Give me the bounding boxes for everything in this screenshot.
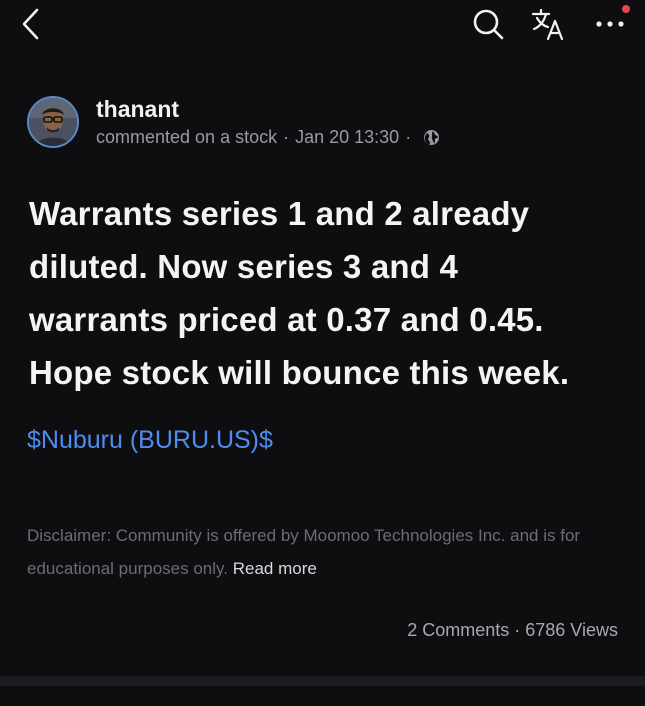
section-divider <box>0 676 645 686</box>
avatar[interactable] <box>27 96 79 148</box>
post-body: Warrants series 1 and 2 already diluted.… <box>29 195 570 391</box>
meta-separator: · <box>405 127 412 147</box>
post-date: Jan 20 13:30 <box>295 127 400 147</box>
translate-button[interactable] <box>530 6 566 42</box>
avatar-image <box>29 98 77 146</box>
username[interactable]: thanant <box>96 94 440 124</box>
translate-icon <box>531 8 564 41</box>
search-icon <box>473 9 504 40</box>
stock-tag-link[interactable]: $Nuburu (BURU.US)$ <box>27 426 273 455</box>
post-header: thanant commented on a stock · Jan 20 13… <box>27 94 440 150</box>
read-more-link[interactable]: Read more <box>233 559 317 578</box>
top-bar <box>0 0 645 52</box>
user-block: thanant commented on a stock · Jan 20 13… <box>96 94 440 150</box>
stats-separator: · <box>514 620 521 640</box>
back-button[interactable] <box>12 6 48 42</box>
post-action: commented on a stock <box>96 127 278 147</box>
post-meta: commented on a stock · Jan 20 13:30 · <box>96 124 440 150</box>
meta-separator: · <box>283 127 290 147</box>
post-detail-page: thanant commented on a stock · Jan 20 13… <box>0 0 645 706</box>
notification-dot <box>622 5 630 13</box>
back-chevron-icon <box>22 8 39 40</box>
more-dots-icon <box>596 21 624 27</box>
views-count: 6786 Views <box>525 620 618 640</box>
post-stats: 2 Comments · 6786 Views <box>407 620 618 641</box>
globe-icon <box>423 129 440 146</box>
comments-count[interactable]: 2 Comments <box>407 620 509 640</box>
disclaimer: Disclaimer: Community is offered by Moom… <box>27 519 627 585</box>
search-button[interactable] <box>470 6 506 42</box>
